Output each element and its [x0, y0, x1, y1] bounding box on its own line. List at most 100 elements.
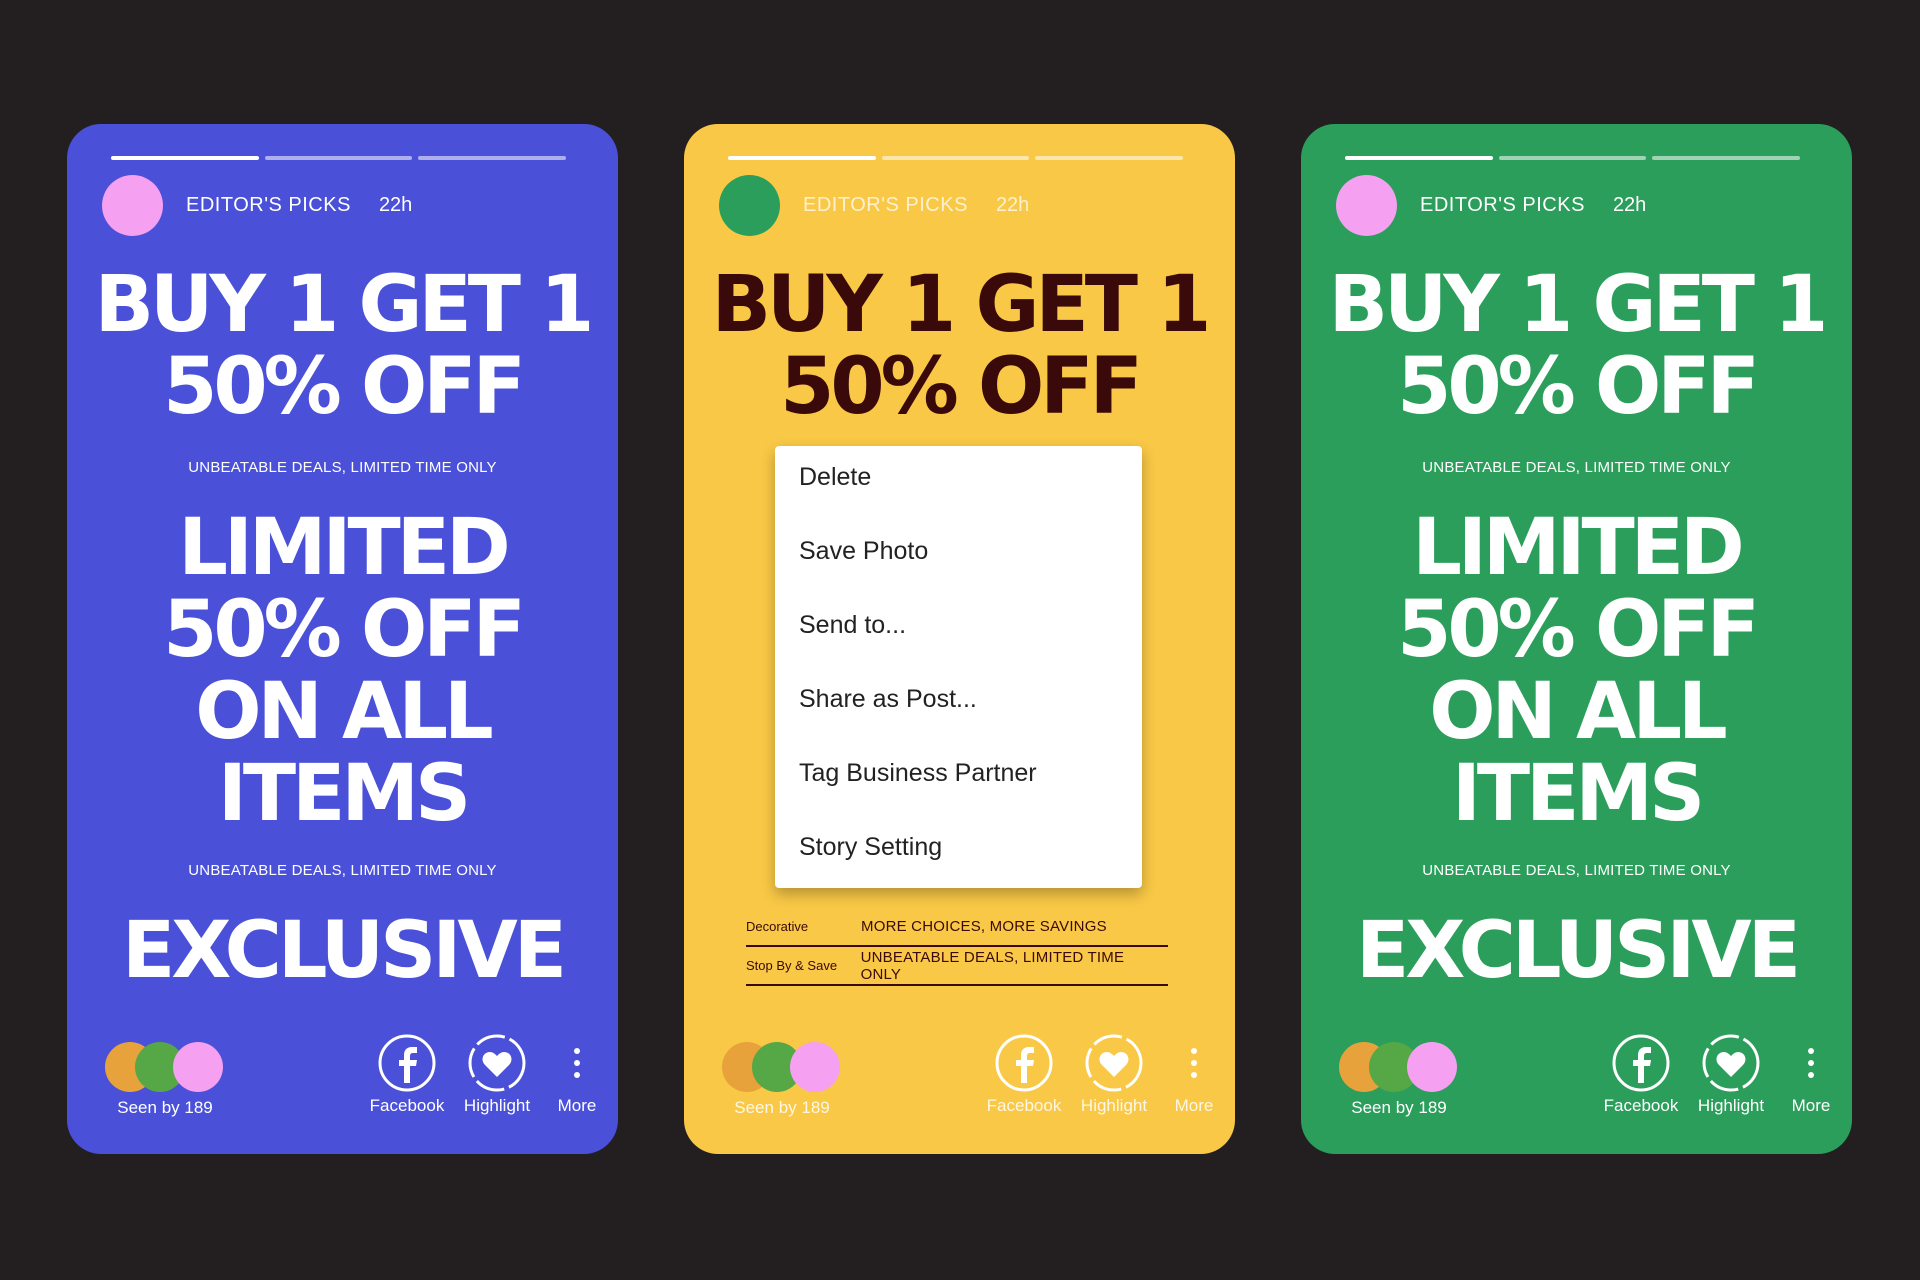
highlight-button[interactable]: Highlight	[1691, 1032, 1771, 1116]
tagline: UNBEATABLE DEALS, LIMITED TIME ONLY	[1422, 862, 1731, 879]
timestamp: 22h	[995, 193, 1030, 216]
progress-segment	[111, 156, 259, 160]
story-progress-bar	[728, 156, 1184, 160]
story-card-green[interactable]: EDITOR'S PICKS 22h BUY 1 GET 1 50% OFF U…	[1301, 124, 1852, 1154]
facebook-label: Facebook	[986, 1096, 1062, 1115]
headline-line: ITEMS	[1451, 749, 1705, 839]
username[interactable]: EDITOR'S PICKS	[186, 194, 351, 217]
more-button[interactable]: More	[1781, 1032, 1841, 1116]
tagline: UNBEATABLE DEALS, LIMITED TIME ONLY	[188, 862, 497, 879]
story-card-blue[interactable]: EDITOR'S PICKS 22h BUY 1 GET 1 50% OFF U…	[67, 124, 618, 1154]
progress-segment	[728, 156, 876, 160]
avatar[interactable]	[1336, 174, 1397, 236]
progress-segment	[881, 156, 1030, 160]
story-progress-bar	[111, 156, 567, 160]
headline-line: LIMITED	[178, 503, 511, 593]
headline-line: ITEMS	[217, 749, 471, 839]
menu-item-send-to[interactable]: Send to...	[775, 594, 1142, 668]
progress-segment	[1345, 156, 1493, 160]
context-menu: Delete Save Photo Send to... Share as Po…	[775, 446, 1142, 888]
info-value: MORE CHOICES, MORE SAVINGS	[861, 918, 1107, 935]
limited-offer-text: LIMITED 50% OFF ON ALL ITEMS	[67, 507, 618, 835]
headline-line: BUY 1 GET 1	[711, 260, 1212, 350]
username[interactable]: EDITOR'S PICKS	[1420, 194, 1585, 217]
story-actions: Facebook Highlight More	[984, 1032, 1234, 1116]
highlight-button[interactable]: Highlight	[457, 1032, 537, 1116]
headline-line: 50% OFF	[163, 585, 526, 675]
more-label: More	[1791, 1096, 1831, 1115]
viewers[interactable]: Seen by 189	[722, 1042, 852, 1118]
info-key: Decorative	[746, 919, 809, 934]
more-label: More	[557, 1096, 597, 1115]
progress-segment	[1035, 156, 1184, 160]
headline-line: 50% OFF	[1397, 342, 1760, 432]
seen-by-count: Seen by 189	[734, 1098, 830, 1117]
story-header: EDITOR'S PICKS 22h	[1336, 174, 1646, 236]
facebook-icon	[995, 1034, 1053, 1092]
story-actions: Facebook Highlight More	[1601, 1032, 1851, 1116]
heart-icon	[1702, 1034, 1760, 1092]
facebook-label: Facebook	[369, 1096, 445, 1115]
story-header: EDITOR'S PICKS 22h	[719, 174, 1029, 236]
viewer-avatar	[1407, 1042, 1457, 1092]
headline-line: ON ALL	[195, 667, 494, 757]
info-key: Stop By & Save	[746, 958, 838, 973]
more-label: More	[1174, 1096, 1214, 1115]
menu-item-tag-business-partner[interactable]: Tag Business Partner	[775, 742, 1142, 816]
menu-item-story-setting[interactable]: Story Setting	[775, 816, 1142, 890]
facebook-button[interactable]: Facebook	[984, 1032, 1064, 1116]
story-card-yellow[interactable]: EDITOR'S PICKS 22h BUY 1 GET 1 50% OFF D…	[684, 124, 1235, 1154]
avatar[interactable]	[719, 174, 780, 236]
headline: BUY 1 GET 1 50% OFF	[67, 264, 618, 428]
heart-icon	[1085, 1034, 1143, 1092]
seen-by-count: Seen by 189	[117, 1098, 213, 1117]
highlight-label: Highlight	[1080, 1096, 1148, 1115]
username[interactable]: EDITOR'S PICKS	[803, 194, 968, 217]
highlight-label: Highlight	[1697, 1096, 1765, 1115]
story-header: EDITOR'S PICKS 22h	[102, 174, 412, 236]
progress-segment	[1498, 156, 1647, 160]
headline-line: 50% OFF	[1397, 585, 1760, 675]
more-button[interactable]: More	[1164, 1032, 1224, 1116]
viewer-avatar	[790, 1042, 840, 1092]
headline-line: BUY 1 GET 1	[94, 260, 595, 350]
seen-by-count: Seen by 189	[1351, 1098, 1447, 1117]
facebook-icon	[1612, 1034, 1670, 1092]
viewers[interactable]: Seen by 189	[105, 1042, 235, 1118]
exclusive-text: EXCLUSIVE	[1356, 906, 1801, 996]
headline-line: 50% OFF	[163, 342, 526, 432]
more-vertical-icon	[1808, 1048, 1814, 1078]
menu-item-save-photo[interactable]: Save Photo	[775, 520, 1142, 594]
headline-line: BUY 1 GET 1	[1328, 260, 1829, 350]
tagline: UNBEATABLE DEALS, LIMITED TIME ONLY	[1422, 459, 1731, 476]
facebook-button[interactable]: Facebook	[367, 1032, 447, 1116]
story-actions: Facebook Highlight More	[367, 1032, 617, 1116]
progress-segment	[264, 156, 413, 160]
facebook-label: Facebook	[1603, 1096, 1679, 1115]
info-row: Stop By & Save UNBEATABLE DEALS, LIMITED…	[746, 947, 1168, 986]
headline-line: 50% OFF	[780, 342, 1143, 432]
timestamp: 22h	[378, 193, 413, 216]
progress-segment	[1652, 156, 1801, 160]
menu-item-delete[interactable]: Delete	[775, 446, 1142, 520]
tagline: UNBEATABLE DEALS, LIMITED TIME ONLY	[188, 459, 497, 476]
info-rows: Decorative MORE CHOICES, MORE SAVINGS St…	[746, 908, 1168, 986]
exclusive-text: EXCLUSIVE	[122, 906, 567, 996]
headline: BUY 1 GET 1 50% OFF	[1301, 264, 1852, 428]
info-value: UNBEATABLE DEALS, LIMITED TIME ONLY	[860, 948, 1125, 983]
info-row: Decorative MORE CHOICES, MORE SAVINGS	[746, 908, 1168, 947]
more-button[interactable]: More	[547, 1032, 607, 1116]
story-progress-bar	[1345, 156, 1801, 160]
headline-line: ON ALL	[1429, 667, 1728, 757]
highlight-button[interactable]: Highlight	[1074, 1032, 1154, 1116]
more-vertical-icon	[1191, 1048, 1197, 1078]
avatar[interactable]	[102, 174, 163, 236]
more-vertical-icon	[574, 1048, 580, 1078]
viewers[interactable]: Seen by 189	[1339, 1042, 1469, 1118]
highlight-label: Highlight	[463, 1096, 531, 1115]
facebook-button[interactable]: Facebook	[1601, 1032, 1681, 1116]
limited-offer-text: LIMITED 50% OFF ON ALL ITEMS	[1301, 507, 1852, 835]
menu-item-share-as-post[interactable]: Share as Post...	[775, 668, 1142, 742]
headline-line: LIMITED	[1412, 503, 1745, 593]
progress-segment	[418, 156, 567, 160]
